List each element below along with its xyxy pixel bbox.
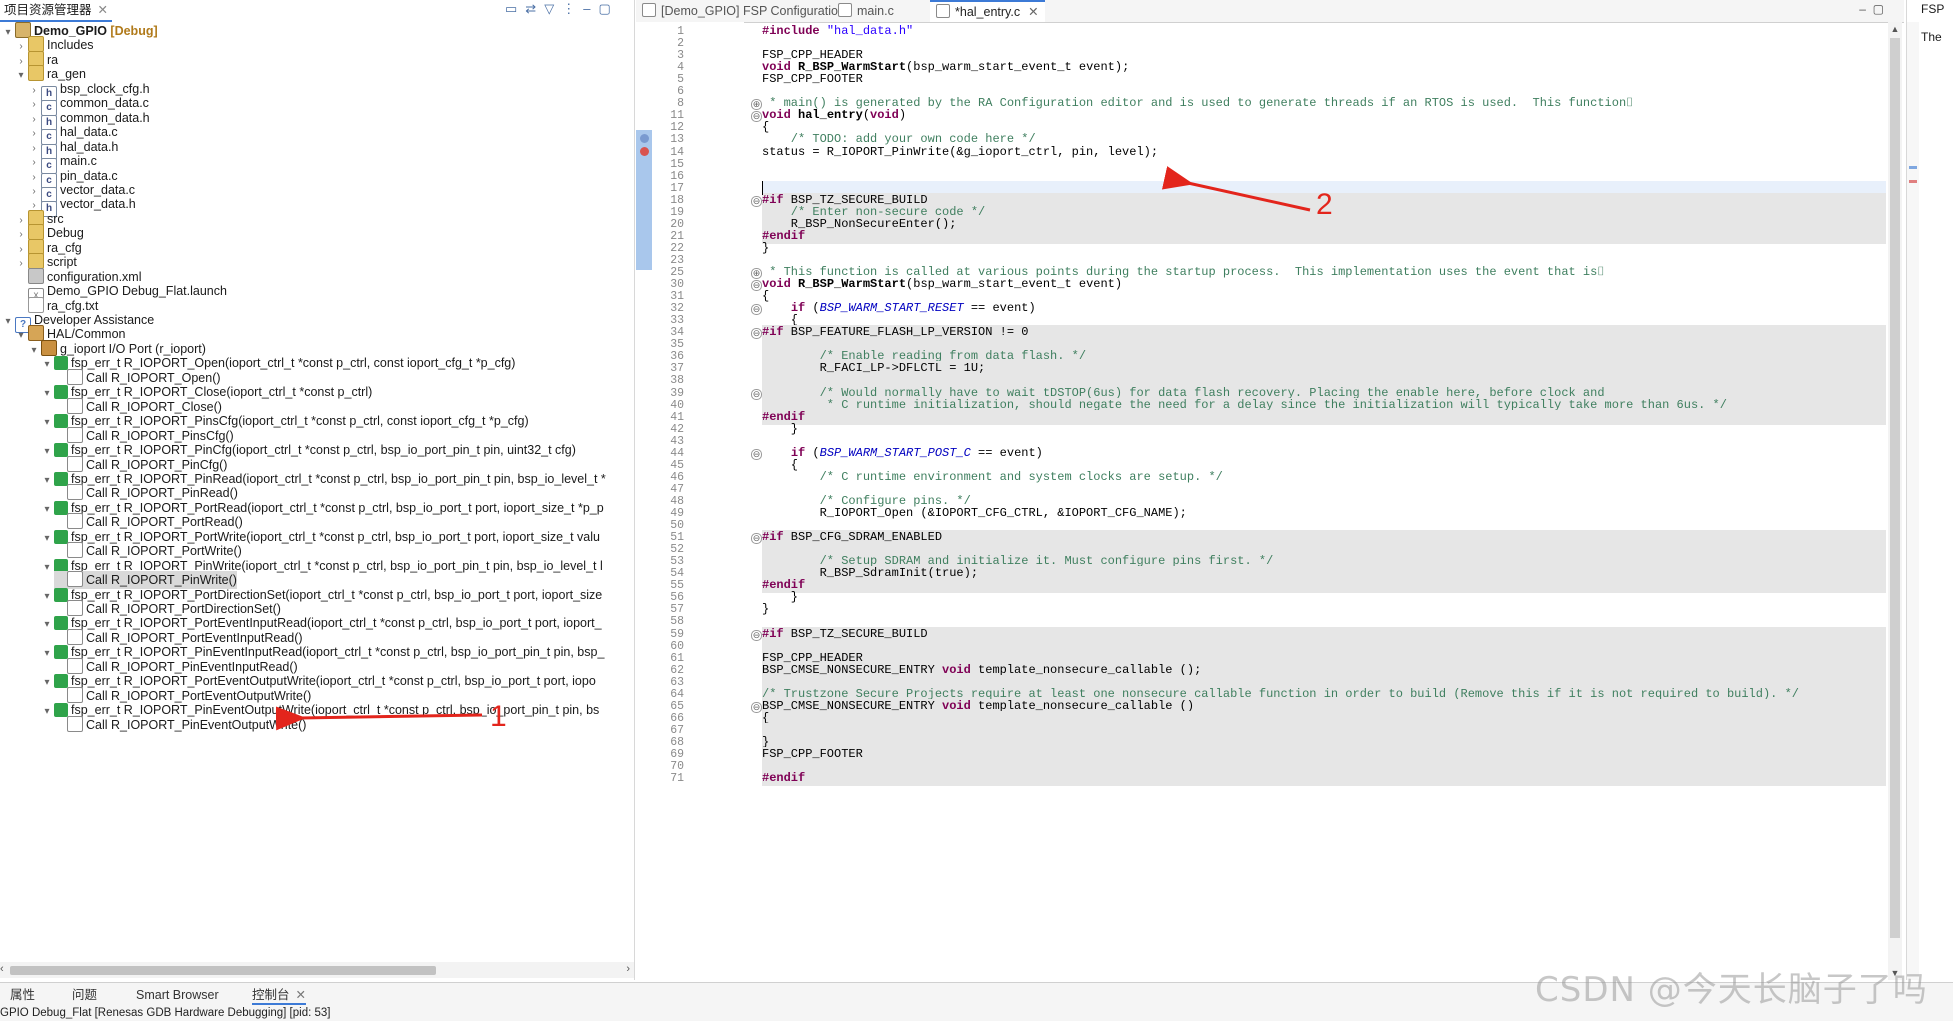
annotation-overlay xyxy=(275,166,1311,731)
watermark: CSDN @今天长脑子了吗 xyxy=(1535,970,1928,1010)
annotation-arrow-1 xyxy=(275,706,483,731)
annotation-label-2: 2 xyxy=(1316,188,1333,221)
annotation-label-1: 1 xyxy=(490,700,507,733)
annotation-arrow-2 xyxy=(1161,166,1311,212)
